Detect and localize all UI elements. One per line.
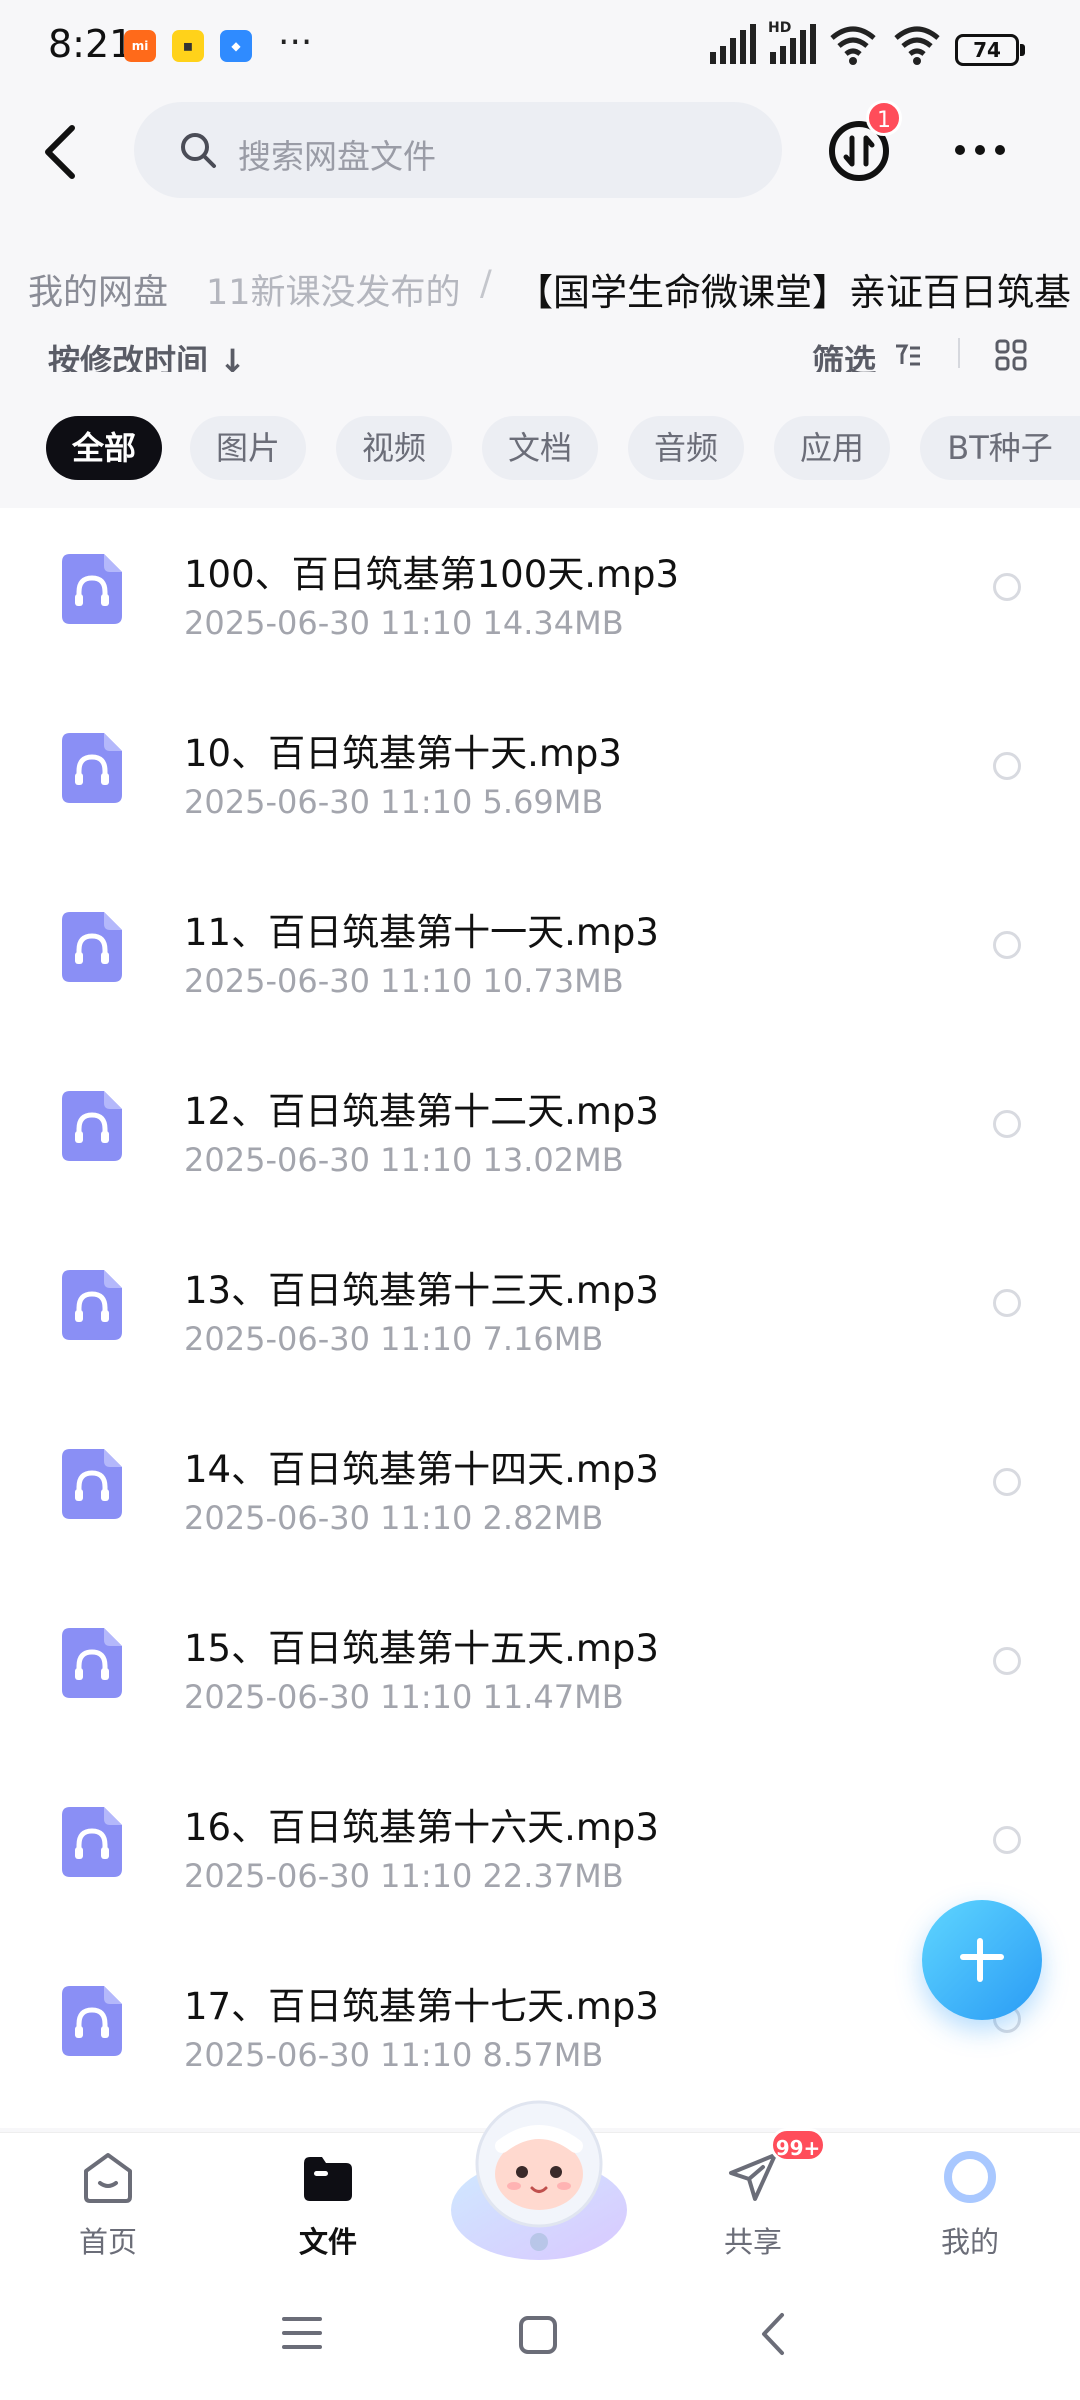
notification-app-icon: ◼	[172, 30, 204, 62]
file-name: 10、百日筑基第十天.mp3	[184, 732, 622, 775]
menu-icon[interactable]	[282, 2315, 322, 2351]
file-select-checkbox[interactable]	[993, 573, 1021, 601]
file-select-checkbox[interactable]	[993, 931, 1021, 959]
filter-button[interactable]: 筛选	[812, 336, 876, 372]
file-meta: 2025-06-30 11:10 5.69MB	[184, 783, 604, 821]
audio-file-icon	[62, 1628, 122, 1698]
filter-icon	[896, 344, 920, 366]
file-select-checkbox[interactable]	[993, 1468, 1021, 1496]
folder-icon	[304, 2157, 352, 2201]
share-icon	[729, 2153, 777, 2201]
grid-view-icon[interactable]	[994, 338, 1028, 372]
file-meta: 2025-06-30 11:10 22.37MB	[184, 1857, 624, 1895]
audio-file-icon	[62, 1449, 122, 1519]
transfer-count-badge: 1	[866, 100, 902, 136]
file-name: 100、百日筑基第100天.mp3	[184, 553, 680, 596]
nav-share[interactable]: 共享	[678, 2149, 828, 2265]
status-time: 8:21	[48, 22, 134, 66]
file-row[interactable]: 13、百日筑基第十三天.mp3 2025-06-30 11:10 7.16MB	[0, 1224, 1080, 1403]
file-row[interactable]: 15、百日筑基第十五天.mp3 2025-06-30 11:10 11.47MB	[0, 1582, 1080, 1761]
nav-files-label: 文件	[298, 2225, 357, 2259]
file-select-checkbox[interactable]	[993, 1110, 1021, 1138]
file-select-checkbox[interactable]	[993, 1826, 1021, 1854]
breadcrumb-root[interactable]: 我的网盘	[10, 250, 187, 329]
nav-files[interactable]: 文件	[253, 2149, 403, 2265]
tab-apps[interactable]: 应用	[774, 416, 890, 480]
mi-app-icon: mi	[124, 30, 156, 62]
wifi-icon-2	[894, 26, 940, 65]
file-select-checkbox[interactable]	[993, 1289, 1021, 1317]
file-list: 100、百日筑基第100天.mp3 2025-06-30 11:10 14.34M…	[0, 508, 1080, 2128]
file-row[interactable]: 14、百日筑基第十四天.mp3 2025-06-30 11:10 2.82MB	[0, 1403, 1080, 1582]
search-icon	[181, 133, 216, 168]
file-meta: 2025-06-30 11:10 11.47MB	[184, 1678, 624, 1716]
audio-file-icon	[62, 1807, 122, 1877]
audio-file-icon	[62, 733, 122, 803]
notification-app-icon-2: ◆	[220, 30, 252, 62]
nav-me-label: 我的	[940, 2225, 999, 2259]
battery-indicator: 74	[955, 34, 1025, 66]
file-name: 12、百日筑基第十二天.mp3	[184, 1090, 659, 1133]
file-select-checkbox[interactable]	[993, 1647, 1021, 1675]
nav-share-label: 共享	[723, 2225, 782, 2259]
file-meta: 2025-06-30 11:10 7.16MB	[184, 1320, 604, 1358]
signal-icon	[710, 24, 756, 64]
file-name: 11、百日筑基第十一天.mp3	[184, 911, 659, 954]
file-meta: 2025-06-30 11:10 2.82MB	[184, 1499, 604, 1537]
divider	[958, 338, 960, 368]
home-square-icon[interactable]	[518, 2315, 558, 2355]
audio-file-icon	[62, 1270, 122, 1340]
add-button[interactable]	[922, 1900, 1042, 2020]
audio-file-icon	[62, 1986, 122, 2056]
tab-all[interactable]: 全部	[46, 416, 162, 480]
nav-home-label: 首页	[78, 2225, 137, 2259]
file-select-checkbox[interactable]	[993, 752, 1021, 780]
nav-me[interactable]: 我的	[895, 2149, 1045, 2265]
system-navigation-bar	[0, 2267, 1080, 2400]
file-row[interactable]: 12、百日筑基第十二天.mp3 2025-06-30 11:10 13.02MB	[0, 1045, 1080, 1224]
breadcrumb-parent-folder[interactable]: 11新课没发布的	[206, 264, 461, 315]
profile-icon	[944, 2151, 996, 2203]
tab-documents[interactable]: 文档	[482, 416, 598, 480]
back-button[interactable]	[38, 122, 82, 182]
file-name: 15、百日筑基第十五天.mp3	[184, 1627, 659, 1670]
file-name: 17、百日筑基第十七天.mp3	[184, 1985, 659, 2028]
file-meta: 2025-06-30 11:10 8.57MB	[184, 2036, 604, 2074]
search-placeholder: 搜索网盘文件	[238, 137, 436, 176]
wifi-icon	[830, 26, 876, 65]
sort-filter-bar: 按修改时间 ↓ 筛选	[0, 330, 1080, 372]
audio-file-icon	[62, 1091, 122, 1161]
more-menu-button[interactable]	[952, 140, 1008, 160]
tab-videos[interactable]: 视频	[336, 416, 452, 480]
file-name: 16、百日筑基第十六天.mp3	[184, 1806, 659, 1849]
breadcrumb-separator: /	[480, 264, 492, 304]
audio-file-icon	[62, 912, 122, 982]
category-tabs: 全部 图片 视频 文档 音频 应用 BT种子	[0, 416, 1080, 482]
home-icon	[84, 2153, 132, 2203]
tab-images[interactable]: 图片	[190, 416, 306, 480]
ai-assistant-mascot-icon[interactable]	[444, 2082, 634, 2272]
nav-home[interactable]: 首页	[33, 2149, 183, 2265]
search-input[interactable]: 搜索网盘文件	[134, 102, 782, 198]
breadcrumb: 11新课没发布的 我的网盘 / 【国学生命微课堂】亲证百日筑基	[0, 240, 1080, 330]
file-row[interactable]: 10、百日筑基第十天.mp3 2025-06-30 11:10 5.69MB	[0, 687, 1080, 866]
share-count-badge: 99+	[770, 2128, 826, 2162]
file-meta: 2025-06-30 11:10 14.34MB	[184, 604, 624, 642]
tab-bt-torrents[interactable]: BT种子	[920, 416, 1080, 480]
signal-icon-2	[770, 24, 816, 64]
audio-file-icon	[62, 554, 122, 624]
file-row[interactable]: 16、百日筑基第十六天.mp3 2025-06-30 11:10 22.37MB	[0, 1761, 1080, 1940]
more-notifications-icon: ···	[278, 22, 313, 63]
file-meta: 2025-06-30 11:10 10.73MB	[184, 962, 624, 1000]
file-name: 14、百日筑基第十四天.mp3	[184, 1448, 659, 1491]
back-triangle-icon[interactable]	[758, 2311, 788, 2357]
status-bar: 8:21 mi ◼ ◆ ··· HD 74	[0, 0, 1080, 96]
file-meta: 2025-06-30 11:10 13.02MB	[184, 1141, 624, 1179]
sort-button[interactable]: 按修改时间 ↓	[48, 336, 246, 372]
breadcrumb-current-folder: 【国学生命微课堂】亲证百日筑基	[516, 271, 1071, 314]
file-name: 13、百日筑基第十三天.mp3	[184, 1269, 659, 1312]
file-row[interactable]: 11、百日筑基第十一天.mp3 2025-06-30 11:10 10.73MB	[0, 866, 1080, 1045]
file-row[interactable]: 100、百日筑基第100天.mp3 2025-06-30 11:10 14.34M…	[0, 508, 1080, 687]
tab-audio[interactable]: 音频	[628, 416, 744, 480]
